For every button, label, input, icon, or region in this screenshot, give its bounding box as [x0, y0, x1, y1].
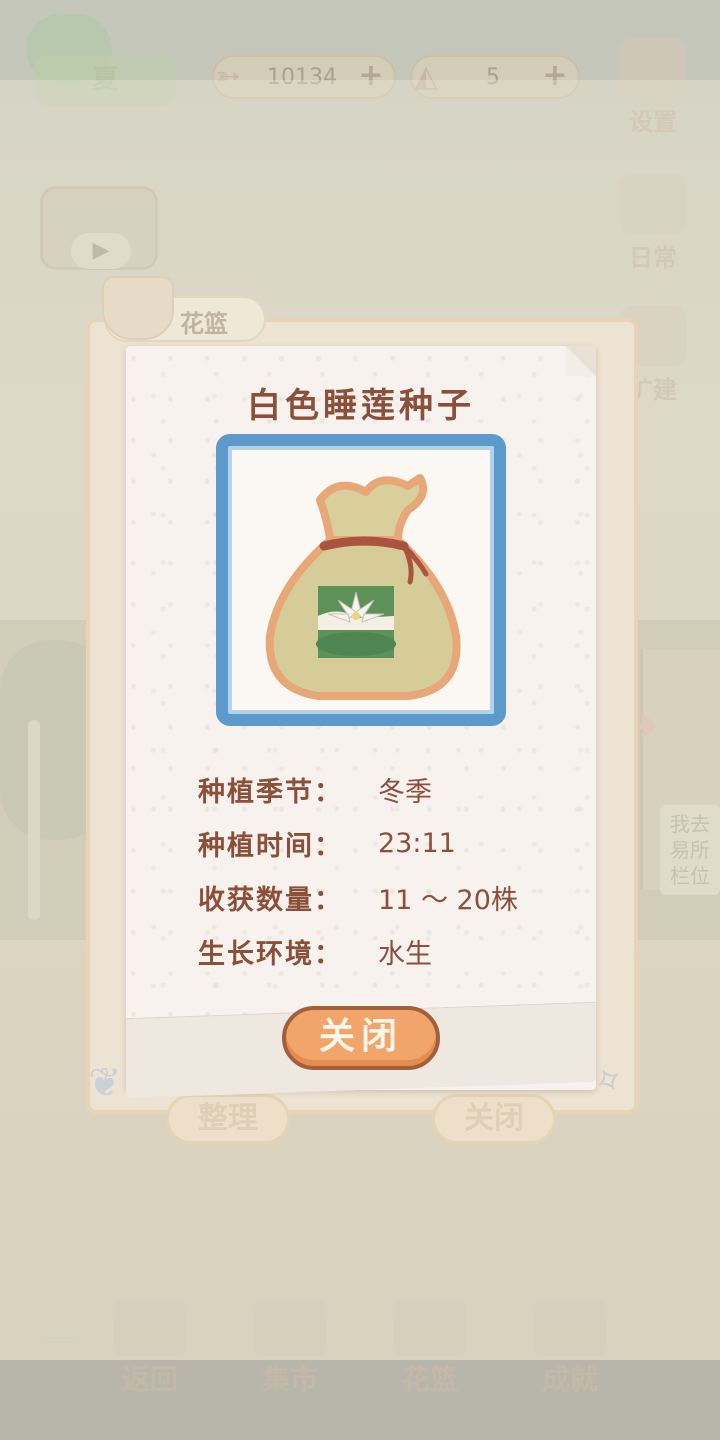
info-row-environment: 生长环境： 水生 — [198, 924, 578, 978]
close-button[interactable]: 关闭 — [282, 1006, 440, 1070]
nav-market-label: 集市 — [261, 1363, 318, 1396]
info-value: 11 ～ 20株 — [378, 884, 518, 916]
nav-back-label: 返回 — [121, 1363, 178, 1396]
info-row-planting-time: 种植时间： 23:11 — [198, 816, 578, 870]
seed-bag-icon — [265, 474, 461, 700]
item-title: 白色睡莲种子 — [247, 386, 475, 426]
paper-curl — [566, 346, 596, 376]
info-key: 收获数量： — [198, 884, 343, 916]
info-row-harvest-quantity: 收获数量： 11 ～ 20株 — [198, 870, 578, 924]
nav-basket-label: 花篮 — [401, 1363, 458, 1396]
water-lily-icon — [316, 586, 396, 658]
item-info-list: 种植季节： 冬季 种植时间： 23:11 收获数量： 11 ～ 20株 生长环境… — [198, 762, 578, 978]
info-key: 生长环境： — [198, 938, 343, 970]
info-value: 水生 — [378, 938, 432, 970]
info-row-season: 种植季节： 冬季 — [198, 762, 578, 816]
nav-achievements-label: 成就 — [541, 1363, 598, 1396]
info-value: 23:11 — [378, 827, 456, 859]
info-key: 种植时间： — [198, 830, 343, 862]
info-value: 冬季 — [378, 776, 432, 808]
info-key: 种植季节： — [198, 776, 343, 808]
